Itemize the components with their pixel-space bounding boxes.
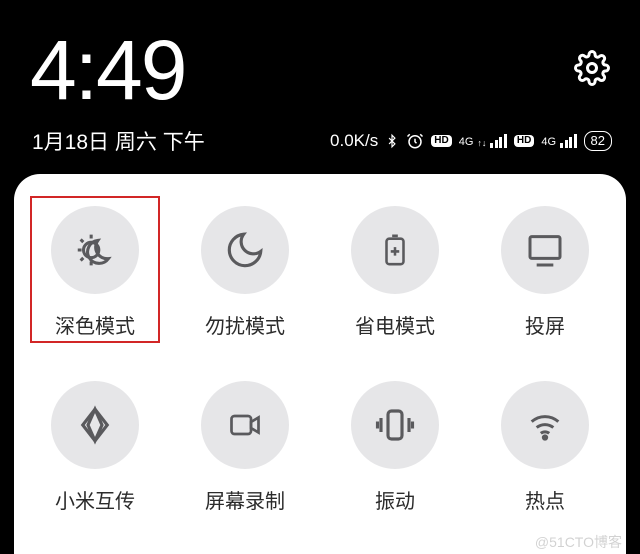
status-bar: 0.0K/s HD 4G ↑↓ HD 4G 82 xyxy=(330,131,612,151)
vibrate-icon xyxy=(371,404,419,446)
mi-share-icon xyxy=(74,404,116,446)
tile-label: 热点 xyxy=(525,485,565,514)
tile-label: 省电模式 xyxy=(355,310,435,339)
date-text: 1月18日 周六 下午 xyxy=(32,126,205,156)
tile-label: 勿扰模式 xyxy=(205,310,285,339)
signal-1: 4G ↑↓ xyxy=(459,134,507,148)
watermark: @51CTO博客 xyxy=(535,532,622,552)
moon-icon xyxy=(224,229,266,271)
dark-mode-icon xyxy=(72,227,118,273)
clock-time: 4:49 xyxy=(30,28,186,112)
hd-badge-1: HD xyxy=(431,135,451,147)
tile-label: 小米互传 xyxy=(55,485,135,514)
tile-mi-share[interactable]: 小米互传 xyxy=(24,377,166,518)
tile-screen-record[interactable]: 屏幕录制 xyxy=(174,377,316,518)
tile-hotspot[interactable]: 热点 xyxy=(474,377,616,518)
tile-label: 振动 xyxy=(375,485,415,514)
hotspot-icon xyxy=(522,405,568,445)
tile-label: 投屏 xyxy=(525,310,565,339)
quick-settings-panel: 深色模式 勿扰模式 省电模式 xyxy=(14,174,626,554)
network-speed: 0.0K/s xyxy=(330,131,378,151)
tile-vibrate[interactable]: 振动 xyxy=(324,377,466,518)
alarm-icon xyxy=(406,132,424,150)
bluetooth-icon xyxy=(385,131,399,151)
battery-plus-icon xyxy=(378,227,412,273)
tile-do-not-disturb[interactable]: 勿扰模式 xyxy=(174,202,316,343)
gear-icon xyxy=(574,50,610,86)
signal-2: 4G xyxy=(541,134,576,148)
video-record-icon xyxy=(221,407,269,443)
tile-label: 屏幕录制 xyxy=(205,485,285,514)
hd-badge-2: HD xyxy=(514,135,534,147)
battery-indicator: 82 xyxy=(584,131,612,151)
tile-power-save[interactable]: 省电模式 xyxy=(324,202,466,343)
settings-button[interactable] xyxy=(574,50,610,91)
tile-dark-mode[interactable]: 深色模式 xyxy=(24,202,166,343)
tile-cast-screen[interactable]: 投屏 xyxy=(474,202,616,343)
cast-icon xyxy=(522,230,568,270)
tile-label: 深色模式 xyxy=(55,310,135,339)
